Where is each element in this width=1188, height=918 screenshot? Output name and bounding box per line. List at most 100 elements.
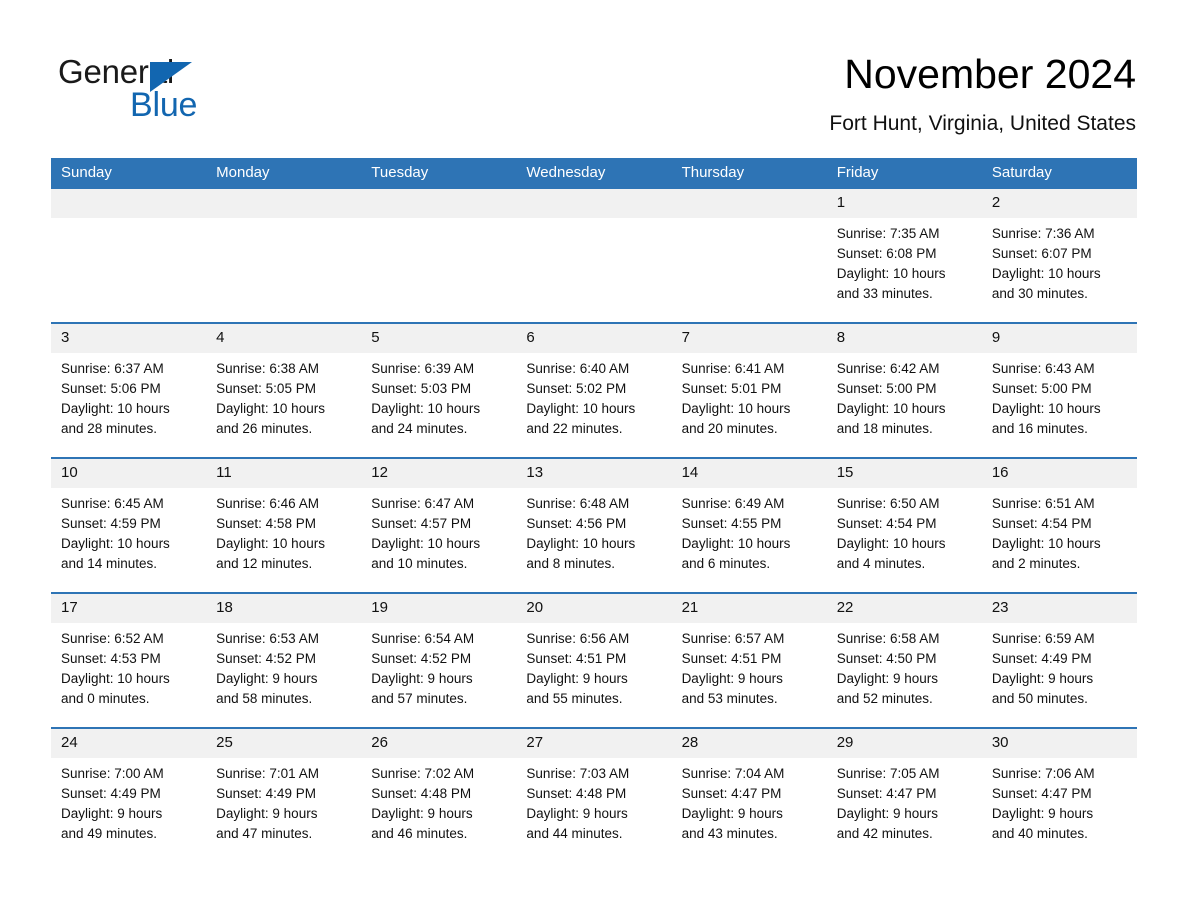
calendar-day-cell[interactable]: 22 Sunrise: 6:58 AM Sunset: 4:50 PM Dayligh… bbox=[826, 592, 982, 728]
sunrise-text: Sunrise: 7:06 AM bbox=[991, 766, 1095, 781]
sunset-text: Sunset: 5:01 PM bbox=[681, 381, 782, 396]
day-details: Sunrise: 7:35 AM Sunset: 6:08 PM Daylight:… bbox=[827, 218, 982, 304]
sunset-text: Sunset: 4:56 PM bbox=[526, 516, 627, 531]
day-number bbox=[361, 189, 517, 218]
calendar-day-cell[interactable]: 1 Sunrise: 7:35 AM Sunset: 6:08 PM Daylight… bbox=[826, 189, 982, 323]
calendar-day-cell[interactable]: 7 Sunrise: 6:41 AM Sunset: 5:01 PM Daylight… bbox=[671, 322, 827, 458]
calendar-day-cell-empty bbox=[671, 189, 827, 323]
daylight-text-line2: and 30 minutes. bbox=[991, 286, 1088, 301]
calendar-day-cell[interactable]: 2 Sunrise: 7:36 AM Sunset: 6:07 PM Daylight… bbox=[981, 189, 1137, 323]
sunrise-text: Sunrise: 6:52 AM bbox=[61, 631, 164, 646]
sunset-text: Sunset: 4:49 PM bbox=[991, 651, 1092, 666]
day-details: Sunrise: 6:41 AM Sunset: 5:01 PM Daylight:… bbox=[672, 353, 827, 439]
day-number: 15 bbox=[826, 459, 982, 488]
sunrise-text: Sunrise: 6:47 AM bbox=[371, 496, 475, 511]
day-details: Sunrise: 7:05 AM Sunset: 4:47 PM Daylight:… bbox=[827, 758, 982, 844]
calendar-header-row: Sunday Monday Tuesday Wednesday Thursday… bbox=[51, 158, 1137, 189]
calendar-day-cell[interactable]: 18 Sunrise: 6:53 AM Sunset: 4:52 PM Dayligh… bbox=[206, 592, 362, 728]
sunset-text: Sunset: 4:49 PM bbox=[61, 786, 161, 801]
calendar-day-cell[interactable]: 19 Sunrise: 6:54 AM Sunset: 4:52 PM Dayligh… bbox=[361, 592, 517, 728]
calendar-day-cell[interactable]: 17 Sunrise: 6:52 AM Sunset: 4:53 PM Dayligh… bbox=[51, 592, 207, 728]
calendar-day-cell[interactable]: 8 Sunrise: 6:42 AM Sunset: 5:00 PM Daylight… bbox=[826, 322, 982, 458]
day-number: 24 bbox=[51, 729, 207, 758]
sunset-text: Sunset: 5:02 PM bbox=[526, 381, 627, 396]
daylight-text-line1: Daylight: 9 hours bbox=[526, 671, 628, 686]
day-details: Sunrise: 7:03 AM Sunset: 4:48 PM Daylight:… bbox=[516, 758, 671, 844]
day-details: Sunrise: 6:39 AM Sunset: 5:03 PM Daylight:… bbox=[361, 353, 516, 439]
day-number: 10 bbox=[51, 459, 207, 488]
calendar-week-row: 10 Sunrise: 6:45 AM Sunset: 4:59 PM Dayligh… bbox=[51, 457, 1137, 593]
daylight-text-line2: and 0 minutes. bbox=[61, 691, 150, 706]
calendar-day-cell[interactable]: 24 Sunrise: 7:00 AM Sunset: 4:49 PM Dayligh… bbox=[51, 727, 207, 862]
day-number: 21 bbox=[671, 594, 827, 623]
day-details: Sunrise: 6:49 AM Sunset: 4:55 PM Daylight:… bbox=[672, 488, 827, 574]
calendar-day-cell[interactable]: 15 Sunrise: 6:50 AM Sunset: 4:54 PM Dayligh… bbox=[826, 457, 982, 593]
weekday-header-saturday: Saturday bbox=[981, 158, 1137, 189]
calendar-day-cell[interactable]: 26 Sunrise: 7:02 AM Sunset: 4:48 PM Dayligh… bbox=[361, 727, 517, 862]
calendar-day-cell[interactable]: 5 Sunrise: 6:39 AM Sunset: 5:03 PM Daylight… bbox=[361, 322, 517, 458]
calendar-day-cell[interactable]: 14 Sunrise: 6:49 AM Sunset: 4:55 PM Dayligh… bbox=[671, 457, 827, 593]
sunrise-text: Sunrise: 6:38 AM bbox=[216, 361, 319, 376]
sunrise-text: Sunrise: 6:54 AM bbox=[371, 631, 475, 646]
sunrise-text: Sunrise: 7:04 AM bbox=[681, 766, 785, 781]
daylight-text-line2: and 20 minutes. bbox=[681, 421, 778, 436]
calendar-day-cell[interactable]: 12 Sunrise: 6:47 AM Sunset: 4:57 PM Dayligh… bbox=[361, 457, 517, 593]
sunset-text: Sunset: 4:47 PM bbox=[836, 786, 937, 801]
sunset-text: Sunset: 5:00 PM bbox=[836, 381, 937, 396]
daylight-text-line2: and 14 minutes. bbox=[61, 556, 158, 571]
sunset-text: Sunset: 4:57 PM bbox=[371, 516, 472, 531]
daylight-text-line1: Daylight: 9 hours bbox=[991, 806, 1094, 821]
calendar-day-cell[interactable]: 11 Sunrise: 6:46 AM Sunset: 4:58 PM Dayligh… bbox=[206, 457, 362, 593]
calendar-day-cell[interactable]: 6 Sunrise: 6:40 AM Sunset: 5:02 PM Daylight… bbox=[516, 322, 672, 458]
sunset-text: Sunset: 4:54 PM bbox=[836, 516, 937, 531]
daylight-text-line1: Daylight: 10 hours bbox=[371, 401, 481, 416]
sunset-text: Sunset: 4:47 PM bbox=[991, 786, 1092, 801]
calendar-day-cell[interactable]: 20 Sunrise: 6:56 AM Sunset: 4:51 PM Dayligh… bbox=[516, 592, 672, 728]
day-number: 8 bbox=[826, 324, 982, 353]
sunrise-text: Sunrise: 6:57 AM bbox=[681, 631, 785, 646]
daylight-text-line2: and 16 minutes. bbox=[991, 421, 1088, 436]
daylight-text-line2: and 12 minutes. bbox=[216, 556, 313, 571]
calendar-day-cell[interactable]: 9 Sunrise: 6:43 AM Sunset: 5:00 PM Daylight… bbox=[981, 322, 1137, 458]
calendar-day-cell[interactable]: 30 Sunrise: 7:06 AM Sunset: 4:47 PM Dayligh… bbox=[981, 727, 1137, 862]
day-number: 7 bbox=[671, 324, 827, 353]
daylight-text-line1: Daylight: 9 hours bbox=[216, 806, 318, 821]
sunset-text: Sunset: 4:48 PM bbox=[371, 786, 472, 801]
day-number: 13 bbox=[516, 459, 672, 488]
calendar-day-cell[interactable]: 25 Sunrise: 7:01 AM Sunset: 4:49 PM Dayligh… bbox=[206, 727, 362, 862]
day-details: Sunrise: 6:48 AM Sunset: 4:56 PM Daylight:… bbox=[516, 488, 671, 574]
calendar-day-cell[interactable]: 23 Sunrise: 6:59 AM Sunset: 4:49 PM Dayligh… bbox=[981, 592, 1137, 728]
day-number: 11 bbox=[206, 459, 362, 488]
daylight-text-line1: Daylight: 10 hours bbox=[991, 401, 1101, 416]
day-number bbox=[671, 189, 827, 218]
daylight-text-line2: and 47 minutes. bbox=[216, 826, 313, 841]
calendar-day-cell[interactable]: 29 Sunrise: 7:05 AM Sunset: 4:47 PM Dayligh… bbox=[826, 727, 982, 862]
daylight-text-line2: and 46 minutes. bbox=[371, 826, 468, 841]
day-details: Sunrise: 6:50 AM Sunset: 4:54 PM Daylight:… bbox=[827, 488, 982, 574]
calendar-day-cell[interactable]: 27 Sunrise: 7:03 AM Sunset: 4:48 PM Dayligh… bbox=[516, 727, 672, 862]
calendar-day-cell[interactable]: 28 Sunrise: 7:04 AM Sunset: 4:47 PM Dayligh… bbox=[671, 727, 827, 862]
sunrise-text: Sunrise: 6:50 AM bbox=[836, 496, 940, 511]
general-blue-logo[interactable]: General Blue bbox=[58, 52, 318, 124]
sunrise-text: Sunrise: 6:58 AM bbox=[836, 631, 940, 646]
calendar-day-cell[interactable]: 4 Sunrise: 6:38 AM Sunset: 5:05 PM Daylight… bbox=[206, 322, 362, 458]
page-title: November 2024 bbox=[844, 51, 1136, 97]
calendar-day-cell[interactable]: 21 Sunrise: 6:57 AM Sunset: 4:51 PM Dayligh… bbox=[671, 592, 827, 728]
sunset-text: Sunset: 4:58 PM bbox=[216, 516, 316, 531]
day-number: 25 bbox=[206, 729, 362, 758]
day-number: 5 bbox=[361, 324, 517, 353]
day-details: Sunrise: 6:58 AM Sunset: 4:50 PM Daylight:… bbox=[827, 623, 982, 709]
calendar-day-cell[interactable]: 3 Sunrise: 6:37 AM Sunset: 5:06 PM Daylight… bbox=[51, 322, 207, 458]
calendar-day-cell[interactable]: 10 Sunrise: 6:45 AM Sunset: 4:59 PM Dayligh… bbox=[51, 457, 207, 593]
calendar-day-cell[interactable]: 16 Sunrise: 6:51 AM Sunset: 4:54 PM Dayligh… bbox=[981, 457, 1137, 593]
sunrise-text: Sunrise: 6:39 AM bbox=[371, 361, 475, 376]
day-details: Sunrise: 6:40 AM Sunset: 5:02 PM Daylight:… bbox=[516, 353, 671, 439]
sunrise-text: Sunrise: 6:42 AM bbox=[836, 361, 940, 376]
day-details: Sunrise: 6:51 AM Sunset: 4:54 PM Daylight:… bbox=[982, 488, 1137, 574]
weekday-header-thursday: Thursday bbox=[671, 158, 827, 189]
daylight-text-line1: Daylight: 10 hours bbox=[216, 536, 325, 551]
calendar-day-cell[interactable]: 13 Sunrise: 6:48 AM Sunset: 4:56 PM Dayligh… bbox=[516, 457, 672, 593]
daylight-text-line1: Daylight: 10 hours bbox=[61, 671, 170, 686]
sunset-text: Sunset: 4:47 PM bbox=[681, 786, 782, 801]
sunrise-text: Sunrise: 7:01 AM bbox=[216, 766, 319, 781]
